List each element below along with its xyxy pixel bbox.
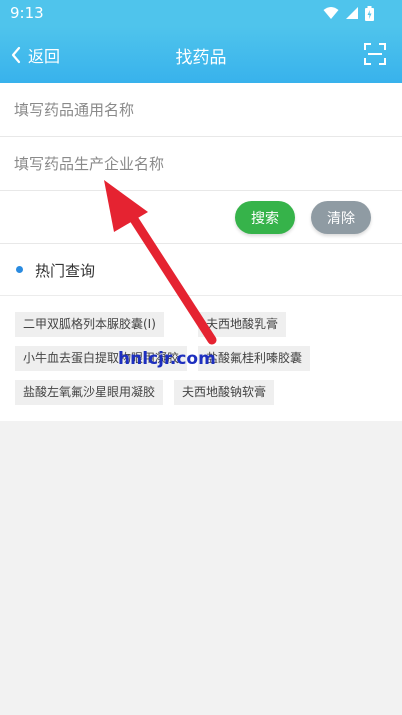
clear-button[interactable]: 清除 — [311, 201, 371, 234]
hot-queries-title: 热门查询 — [35, 262, 96, 280]
page-title: 找药品 — [175, 48, 227, 68]
hot-tag[interactable]: 夫西地酸乳膏 — [198, 312, 287, 337]
status-icons — [323, 5, 374, 21]
scan-icon[interactable] — [364, 43, 386, 65]
hot-tag[interactable]: 盐酸左氧氟沙星眼用凝胶 — [15, 380, 164, 405]
generic-name-field-row — [0, 83, 402, 137]
back-label: 返回 — [28, 47, 61, 66]
bullet-dot-icon — [16, 266, 23, 273]
app-bar: 返回 找药品 — [0, 26, 402, 83]
watermark-text: hnlcjr.com — [118, 349, 216, 369]
manufacturer-field-row — [0, 137, 402, 191]
manufacturer-input[interactable] — [14, 137, 386, 190]
generic-name-input[interactable] — [14, 83, 386, 136]
hot-tag[interactable]: 夫西地酸钠软膏 — [174, 380, 275, 405]
hot-tag[interactable]: 二甲双胍格列本脲胶囊(Ⅰ) — [15, 312, 164, 337]
wifi-icon — [323, 7, 339, 19]
hot-queries-header: 热门查询 — [0, 244, 402, 296]
search-panel: 搜索 清除 热门查询 二甲双胍格列本脲胶囊(Ⅰ) 夫西地酸乳膏 小牛血去蛋白提取… — [0, 83, 402, 421]
battery-icon — [365, 5, 374, 21]
search-button[interactable]: 搜索 — [235, 201, 295, 234]
signal-icon — [346, 7, 358, 19]
status-bar: 9:13 — [0, 0, 402, 26]
chevron-left-icon — [11, 46, 21, 64]
status-time: 9:13 — [10, 4, 44, 22]
back-button[interactable]: 返回 — [10, 42, 60, 68]
